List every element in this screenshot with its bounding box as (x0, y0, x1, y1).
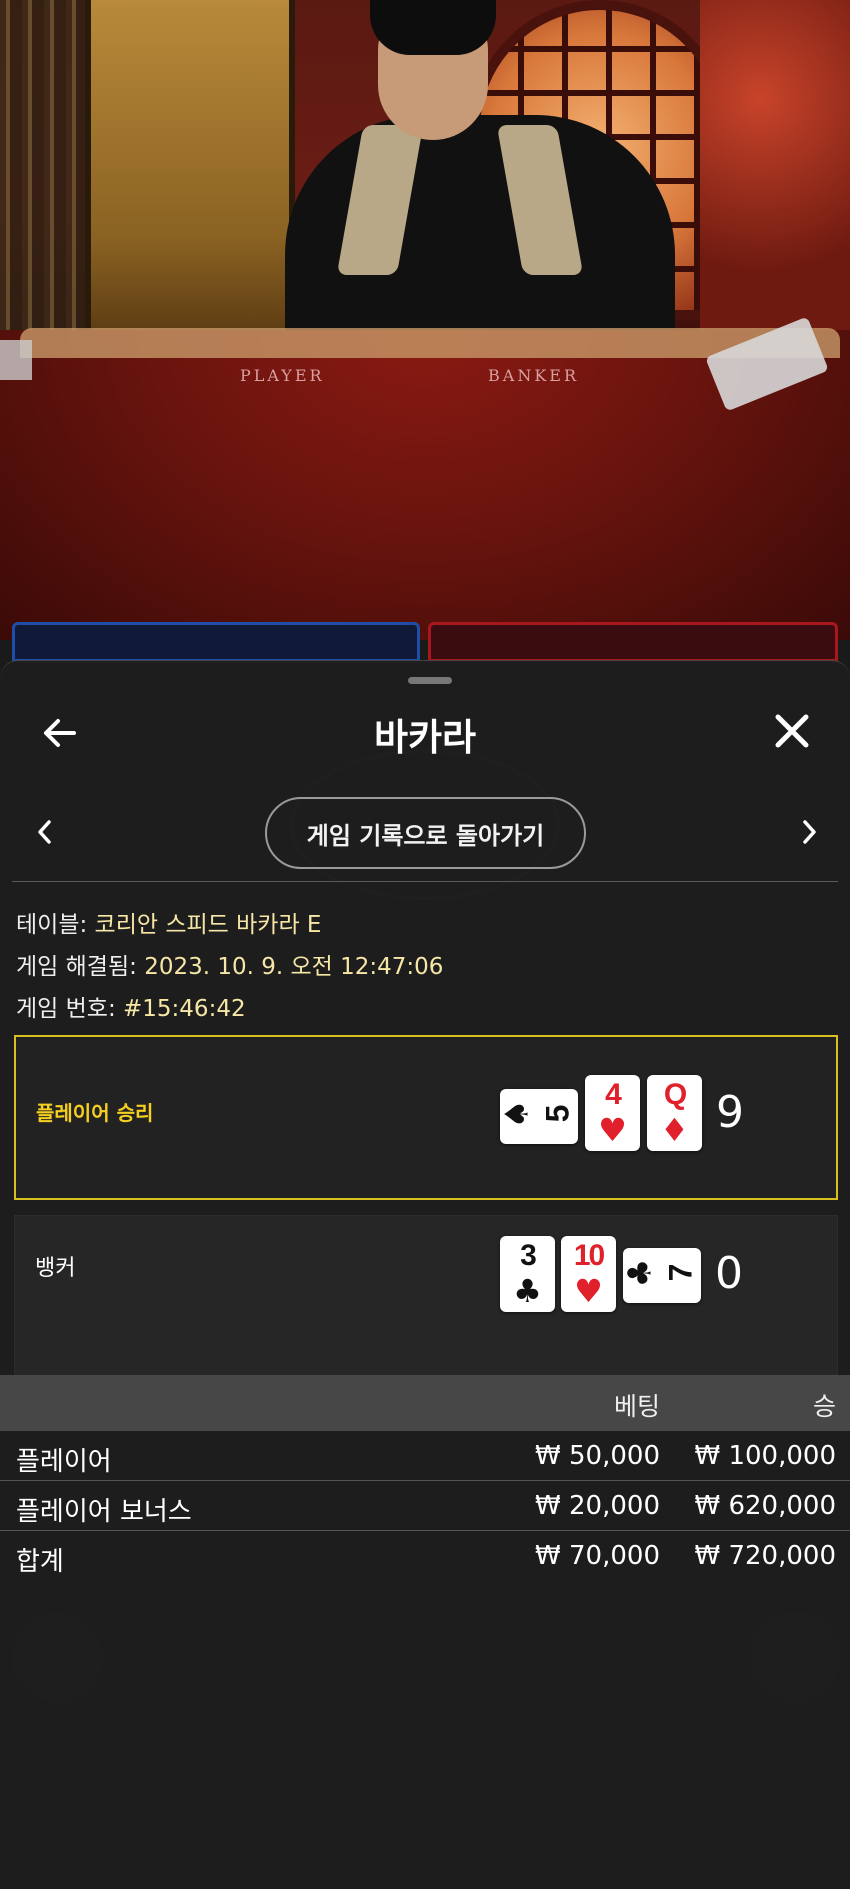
next-game-button[interactable] (794, 817, 824, 847)
bets-table-header: 베팅 승 (0, 1375, 850, 1431)
playing-card: ♣ 7 (620, 1248, 701, 1303)
felt-label-player: PLAYER (240, 366, 325, 385)
resolved-info-label: 게임 해결됨: (16, 954, 137, 980)
bet-amount: ₩ 50,000 (535, 1441, 660, 1471)
table-row: 플레이어 ₩ 50,000 ₩ 100,000 (0, 1431, 850, 1481)
sheet-title: 바카라 (373, 716, 477, 759)
playing-card: 3 ♣ (500, 1236, 555, 1312)
card-suit: ♥ (574, 1272, 603, 1310)
game-number-value: #15:46:42 (123, 996, 246, 1022)
previous-game-button[interactable] (30, 817, 60, 847)
card-rank: 4 (605, 1078, 622, 1111)
card-suit: ♠ (497, 1099, 536, 1129)
win-amount: ₩ 100,000 (694, 1441, 837, 1471)
column-header-bet: 베팅 (613, 1392, 660, 1421)
banker-result-label: 뱅커 (35, 1256, 76, 1281)
total-row: 합계 ₩ 70,000 ₩ 720,000 (0, 1531, 850, 1581)
game-history-sheet: 바카라 게임 기록으로 돌아가기 테이블: 코리안 스피드 바카라 E 게임 해… (0, 660, 850, 1889)
close-button[interactable] (770, 709, 814, 753)
bet-type: 플레이어 (16, 1447, 112, 1477)
bet-amount: ₩ 20,000 (535, 1491, 660, 1521)
playing-card: ♠ 5 (497, 1089, 578, 1144)
live-video-feed: PLAYER BANKER (0, 0, 850, 640)
total-bet: ₩ 70,000 (535, 1541, 660, 1571)
playing-card: 10 ♥ (561, 1236, 616, 1312)
table-info-value: 코리안 스피드 바카라 E (94, 912, 322, 938)
player-result: 플레이어 승리 ♠ 5 4 ♥ Q ♦ 9 (14, 1035, 838, 1200)
game-number-info: 게임 번호: #15:46:42 (16, 989, 246, 1023)
discard-stack (0, 340, 32, 380)
player-score: 9 (716, 1087, 744, 1138)
column-header-win: 승 (812, 1392, 836, 1421)
player-result-label: 플레이어 승리 (36, 1101, 154, 1125)
card-rank: Q (663, 1078, 687, 1111)
close-icon (775, 714, 809, 748)
card-rank: 5 (539, 1104, 576, 1123)
sheet-header: 바카라 (0, 703, 850, 763)
playing-card: Q ♦ (647, 1075, 702, 1151)
playing-card: 4 ♥ (585, 1075, 640, 1151)
divider (12, 881, 838, 882)
card-suit: ♦ (660, 1111, 689, 1149)
chevron-left-icon (38, 820, 51, 844)
game-number-label: 게임 번호: (16, 996, 116, 1022)
resolved-info: 게임 해결됨: 2023. 10. 9. 오전 12:47:06 (16, 947, 443, 981)
sheet-grabber[interactable] (408, 677, 452, 684)
card-suit: ♥ (598, 1111, 627, 1149)
bet-type: 플레이어 보너스 (16, 1497, 192, 1527)
card-rank: 3 (520, 1239, 537, 1272)
card-rank: 7 (662, 1263, 699, 1282)
total-label: 합계 (16, 1547, 64, 1577)
win-amount: ₩ 620,000 (694, 1491, 837, 1521)
card-suit: ♣ (513, 1272, 542, 1310)
felt-label-banker: BANKER (488, 366, 579, 385)
table-info-label: 테이블: (16, 912, 88, 938)
banker-bet-strip (428, 622, 838, 662)
table-info: 테이블: 코리안 스피드 바카라 E (16, 905, 321, 939)
table-row: 플레이어 보너스 ₩ 20,000 ₩ 620,000 (0, 1481, 850, 1531)
game-navigation: 게임 기록으로 돌아가기 (0, 797, 850, 869)
card-rank: 10 (573, 1239, 605, 1272)
total-win: ₩ 720,000 (694, 1541, 837, 1571)
banker-result: 뱅커 3 ♣ 10 ♥ ♣ 7 0 (14, 1215, 838, 1380)
back-to-history-button[interactable]: 게임 기록으로 돌아가기 (265, 797, 586, 869)
decor-screen-panel (85, 0, 295, 340)
resolved-info-value: 2023. 10. 9. 오전 12:47:06 (144, 954, 444, 980)
card-suit: ♣ (620, 1258, 659, 1288)
chevron-right-icon (803, 820, 816, 844)
decor-wall-right (700, 0, 850, 330)
banker-score: 0 (715, 1248, 743, 1299)
dealer-hair (370, 0, 496, 55)
player-bet-strip (12, 622, 420, 662)
